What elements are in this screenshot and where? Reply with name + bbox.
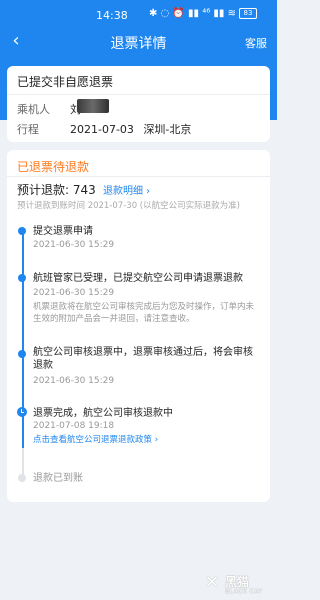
- route-label: 行程: [17, 123, 39, 136]
- step-1-title: 提交退票申请: [33, 226, 93, 237]
- step-2-note: 机票退款将在航空公司审核完成后为您及时操作，订单内未生效的附加产品会一并退回，请…: [33, 302, 255, 324]
- status-bar: 14:38 ✱ ◌ ⏰ ▮▮ ⁴⁶ ▮▮ ≋ 83: [0, 0, 277, 28]
- travel-route: 深圳-北京: [143, 123, 192, 136]
- redaction-mask: [77, 99, 109, 113]
- timeline-dot: [18, 274, 26, 282]
- step-2-time: 2021-06-30 15:29: [33, 288, 115, 298]
- customer-service-button[interactable]: 客服: [245, 35, 267, 51]
- order-title: 已提交非自愿退票: [17, 75, 114, 89]
- nav-bar: ‹ 退票详情 客服: [0, 30, 277, 54]
- status-icons: ✱ ◌ ⏰ ▮▮ ⁴⁶ ▮▮ ≋ 83: [149, 8, 257, 19]
- refund-arrival-note: 预计退款到账时间 2021-07-30 (以航空公司实际退款为准): [17, 201, 240, 211]
- timeline-dot: [18, 227, 26, 235]
- travel-date: 2021-07-03: [70, 123, 134, 136]
- watermark: ✕ 黑猫 BLACK CAT: [201, 572, 273, 596]
- step-5-title: 退款已到账: [33, 473, 83, 484]
- divider: [7, 176, 270, 177]
- clock-icon: [17, 407, 27, 417]
- step-4-time: 2021-07-08 19:18: [33, 421, 115, 431]
- cat-logo-icon: ✕: [204, 572, 220, 593]
- refund-policy-link[interactable]: 点击查看航空公司退票退款政策 ›: [33, 433, 158, 445]
- step-3-time: 2021-06-30 15:29: [33, 376, 115, 386]
- battery-icon: 83: [239, 8, 257, 19]
- refund-detail-page: 14:38 ✱ ◌ ⏰ ▮▮ ⁴⁶ ▮▮ ≋ 83 ‹ 退票详情 客服 已提交非…: [0, 0, 277, 600]
- page-title: 退票详情: [110, 36, 167, 52]
- passenger-label: 乘机人: [17, 103, 50, 116]
- order-card: 已提交非自愿退票 乘机人 刘 行程 2021-07-03 深圳-北京: [7, 66, 270, 142]
- step-3-title: 航空公司审核退票中，退票审核通过后，将会审核退款: [33, 347, 253, 371]
- timeline-dot-pending: [18, 474, 26, 482]
- status-time: 14:38: [96, 9, 128, 22]
- status-indicator-icons: ✱ ◌ ⏰ ▮▮ ⁴⁶ ▮▮ ≋: [148, 8, 236, 19]
- step-4-title: 退票完成，航空公司审核退款中: [33, 408, 173, 419]
- refund-status-title: 已退票待退款: [17, 160, 90, 174]
- step-1-time: 2021-06-30 15:29: [33, 240, 115, 250]
- step-2-title: 航班管家已受理，已提交航空公司申请退票退款: [33, 273, 243, 284]
- route-value: 2021-07-03 深圳-北京: [70, 121, 191, 137]
- divider: [7, 94, 270, 95]
- estimated-refund: 预计退款: 743: [17, 183, 96, 197]
- timeline-dot: [18, 350, 26, 358]
- refund-status-card: 已退票待退款 预计退款: 743 退款明细 › 预计退款到账时间 2021-07…: [7, 150, 270, 502]
- watermark-subtext: BLACK CAT: [225, 588, 263, 595]
- refund-detail-link[interactable]: 退款明细 ›: [103, 182, 150, 197]
